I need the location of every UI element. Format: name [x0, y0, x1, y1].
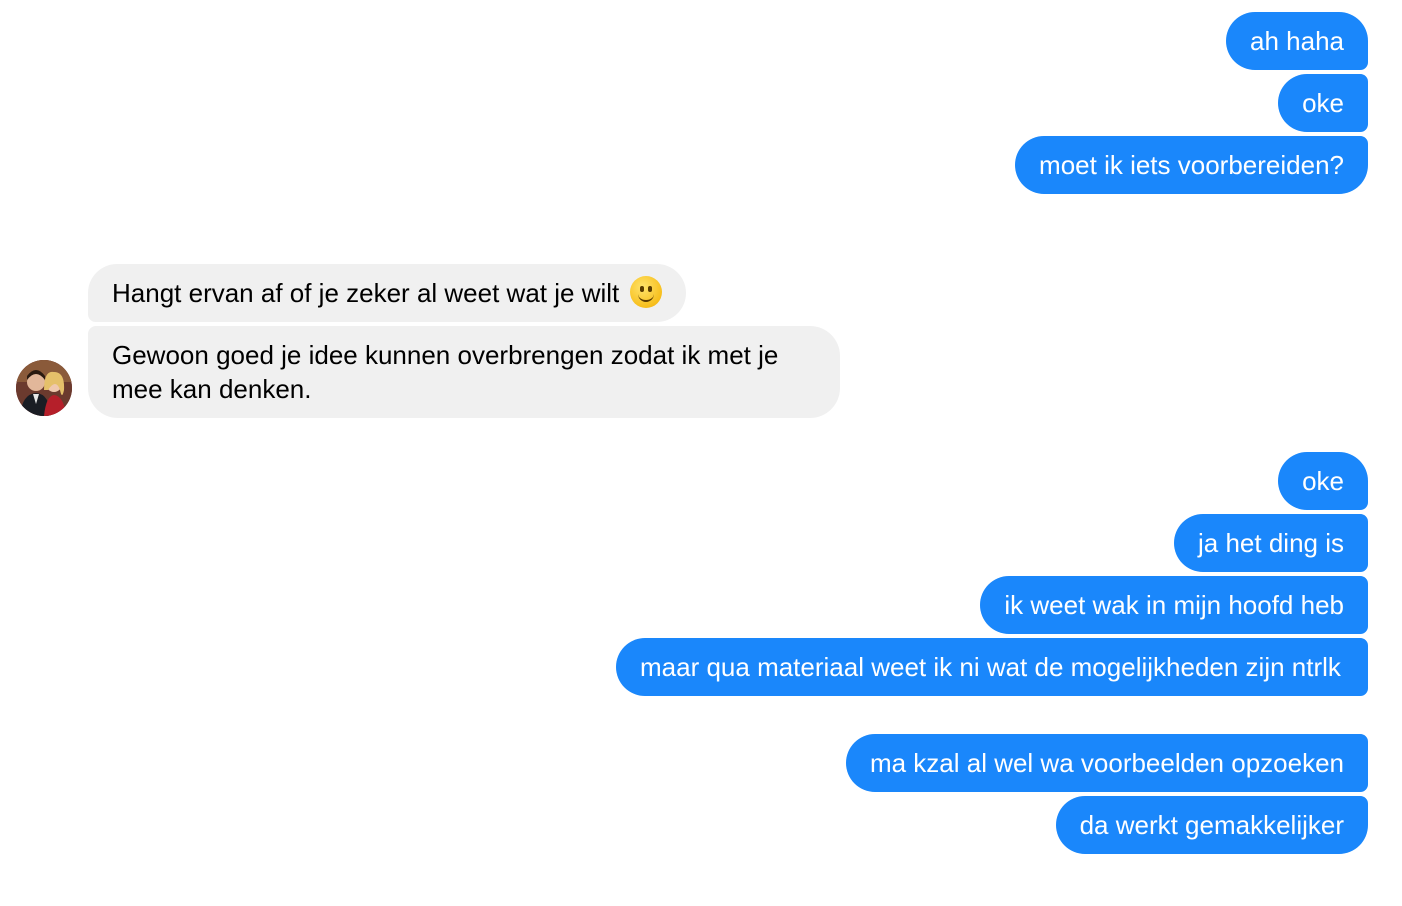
message-text: ik weet wak in mijn hoofd heb — [1004, 590, 1344, 620]
message-text: moet ik iets voorbereiden? — [1039, 150, 1344, 180]
incoming-message[interactable]: Hangt ervan af of je zeker al weet wat j… — [88, 264, 687, 322]
message-text: oke — [1302, 466, 1344, 496]
message-text: Gewoon goed je idee kunnen overbrengen z… — [112, 340, 779, 404]
message-text: maar qua materiaal weet ik ni wat de mog… — [640, 652, 1341, 682]
outgoing-message[interactable]: ah haha — [1226, 12, 1368, 70]
incoming-message[interactable]: Gewoon goed je idee kunnen overbrengen z… — [88, 326, 840, 418]
outgoing-message[interactable]: oke — [1278, 74, 1368, 132]
outgoing-message[interactable]: maar qua materiaal weet ik ni wat de mog… — [616, 638, 1368, 696]
outgoing-message[interactable]: ma kzal al wel wa voorbeelden opzoeken — [845, 734, 1368, 792]
outgoing-message[interactable]: moet ik iets voorbereiden? — [1015, 136, 1368, 194]
message-text: oke — [1302, 88, 1344, 118]
outgoing-message[interactable]: ik weet wak in mijn hoofd heb — [980, 576, 1368, 634]
avatar-photo-icon — [16, 360, 72, 416]
message-text: Hangt ervan af of je zeker al weet wat j… — [112, 278, 620, 308]
outgoing-message[interactable]: oke — [1278, 452, 1368, 510]
message-text: ja het ding is — [1198, 528, 1344, 558]
outgoing-message[interactable]: ja het ding is — [1174, 514, 1368, 572]
message-text: ah haha — [1250, 26, 1344, 56]
smiley-emoji-icon — [630, 276, 663, 308]
message-text: da werkt gemakkelijker — [1079, 810, 1344, 840]
outgoing-message[interactable]: da werkt gemakkelijker — [1055, 796, 1368, 854]
contact-avatar[interactable] — [16, 360, 72, 416]
message-text: ma kzal al wel wa voorbeelden opzoeken — [869, 748, 1344, 778]
